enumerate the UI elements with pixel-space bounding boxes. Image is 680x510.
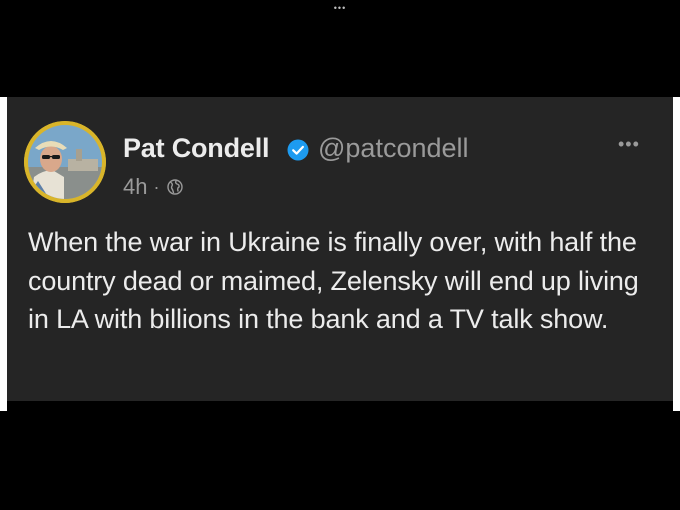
meta-separator: · bbox=[153, 176, 160, 197]
screenshot-page: ••• Pat Condell @patcondell ••• 4h · Whe… bbox=[0, 0, 680, 510]
drag-handle-dots[interactable]: ••• bbox=[0, 4, 680, 13]
globe-icon bbox=[167, 179, 184, 195]
more-options-button[interactable]: ••• bbox=[618, 135, 640, 153]
avatar[interactable] bbox=[24, 121, 106, 203]
author-handle[interactable]: @patcondell bbox=[318, 133, 469, 164]
avatar-photo bbox=[24, 121, 106, 203]
tweet-card[interactable]: Pat Condell @patcondell ••• 4h · When th… bbox=[7, 97, 673, 401]
timestamp[interactable]: 4h bbox=[123, 174, 147, 200]
tweet-meta: 4h · bbox=[123, 174, 184, 200]
left-white-edge bbox=[0, 97, 7, 411]
author-name[interactable]: Pat Condell bbox=[123, 133, 270, 164]
verified-badge-icon bbox=[287, 139, 309, 161]
right-white-edge bbox=[673, 97, 680, 411]
tweet-body: When the war in Ukraine is finally over,… bbox=[28, 227, 639, 334]
